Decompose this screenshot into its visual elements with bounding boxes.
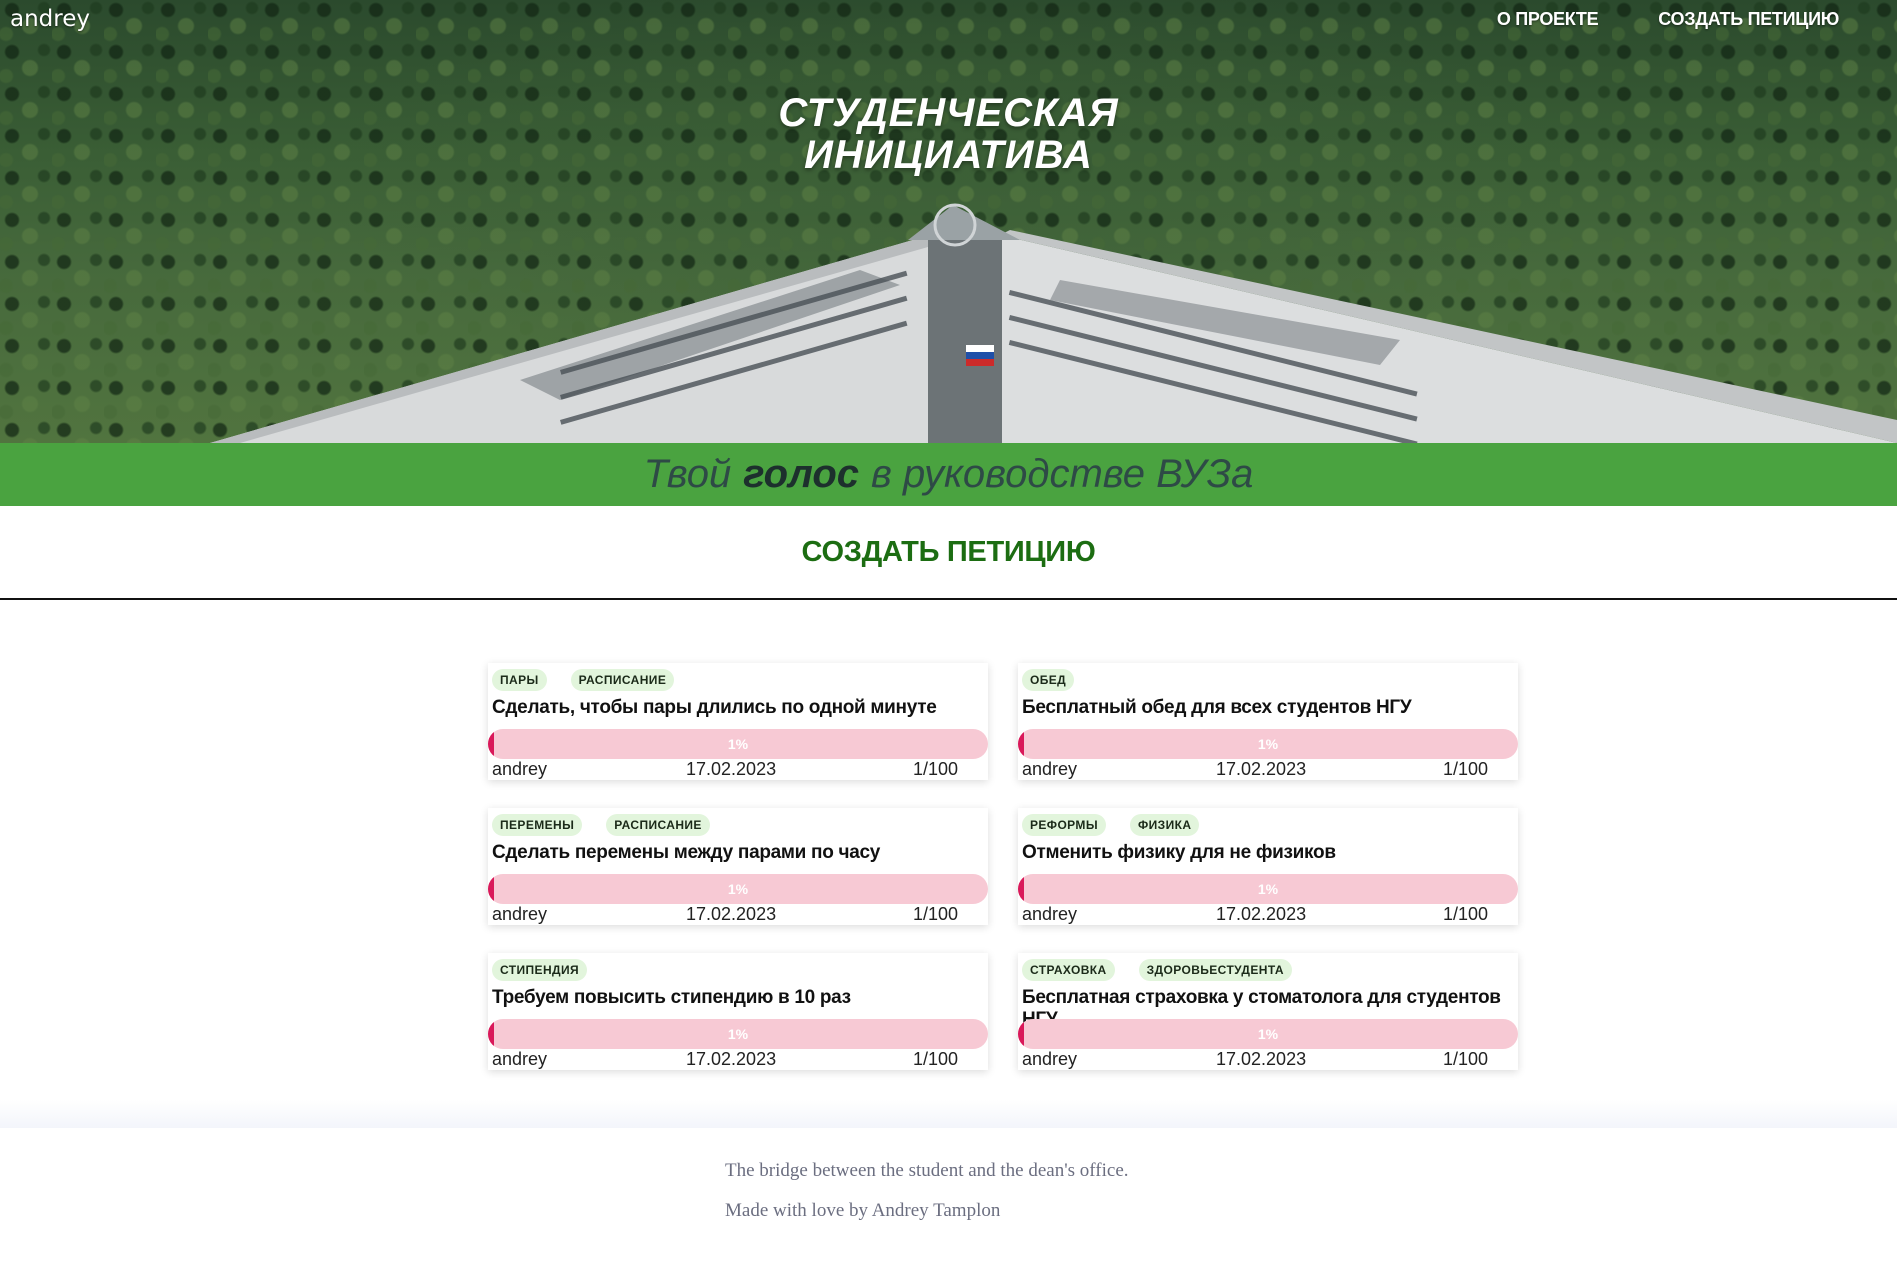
- petition-meta: andrey 17.02.2023 1/100: [1018, 1049, 1518, 1073]
- nav-create-petition-link[interactable]: СОЗДАТЬ ПЕТИЦИЮ: [1658, 9, 1839, 30]
- petition-tag[interactable]: РАСПИСАНИЕ: [606, 814, 710, 836]
- footer: The bridge between the student and the d…: [0, 1128, 1897, 1288]
- hero-title-line1: СТУДЕНЧЕСКАЯ: [778, 91, 1119, 135]
- petition-progress-bar: 1%: [488, 1019, 988, 1049]
- top-navigation-bar: andrey О ПРОЕКТЕ СОЗДАТЬ ПЕТИЦИЮ: [0, 0, 1897, 42]
- petition-meta: andrey 17.02.2023 1/100: [488, 1049, 988, 1073]
- petition-signature-count: 1/100: [1442, 1049, 1488, 1069]
- petition-signature-count: 1/100: [1442, 759, 1488, 779]
- petition-meta: andrey 17.02.2023 1/100: [488, 904, 988, 928]
- petition-card[interactable]: ОБЕД Бесплатный обед для всех студентов …: [1018, 663, 1518, 780]
- petition-tag[interactable]: РЕФОРМЫ: [1022, 814, 1106, 836]
- petition-author: andrey: [492, 1049, 548, 1069]
- petition-tags: ОБЕД: [1018, 669, 1518, 693]
- petition-title[interactable]: Требуем повысить стипендию в 10 раз: [488, 987, 988, 1015]
- petition-date: 17.02.2023: [686, 1049, 777, 1069]
- hero-title-line2: ИНИЦИАТИВА: [804, 133, 1093, 177]
- hero-title: СТУДЕНЧЕСКАЯ ИНИЦИАТИВА: [0, 92, 1897, 176]
- petition-author: andrey: [492, 759, 548, 779]
- university-building-illustration: [210, 203, 1897, 443]
- petition-card[interactable]: ПЕРЕМЕНЫ РАСПИСАНИЕ Сделать перемены межд…: [488, 808, 988, 925]
- petition-date: 17.02.2023: [686, 759, 777, 779]
- petition-tag[interactable]: СТИПЕНДИЯ: [492, 959, 588, 981]
- petition-date: 17.02.2023: [686, 904, 777, 924]
- petition-tag[interactable]: СТРАХОВКА: [1022, 959, 1115, 981]
- petition-title[interactable]: Бесплатная страховка у стоматолога для с…: [1018, 987, 1518, 1030]
- petition-date: 17.02.2023: [1216, 1049, 1307, 1069]
- petition-author: andrey: [1022, 759, 1078, 779]
- petition-signature-count: 1/100: [912, 1049, 958, 1069]
- slogan-bold: голос: [743, 452, 860, 496]
- petition-card[interactable]: РЕФОРМЫ ФИЗИКА Отменить физику для не физ…: [1018, 808, 1518, 925]
- footer-credits: Made with love by Andrey Tamplon: [725, 1200, 1001, 1221]
- petition-tag[interactable]: ФИЗИКА: [1129, 814, 1200, 836]
- petition-date: 17.02.2023: [1216, 904, 1307, 924]
- petition-signature-count: 1/100: [912, 759, 958, 779]
- petition-grid: ПАРЫ РАСПИСАНИЕ Сделать, чтобы пары длили…: [488, 663, 1518, 1070]
- slogan-before: Твой: [643, 452, 732, 496]
- petition-tag[interactable]: ПЕРЕМЕНЫ: [492, 814, 583, 836]
- petition-tag[interactable]: ПАРЫ: [492, 669, 547, 691]
- footer-tagline: The bridge between the student and the d…: [725, 1160, 1129, 1181]
- petition-tag[interactable]: ЗДОРОВЬЕСТУДЕНТА: [1138, 959, 1292, 981]
- petition-progress-bar: 1%: [1018, 1019, 1518, 1049]
- petition-progress-label: 1%: [727, 881, 749, 897]
- create-petition-button[interactable]: СОЗДАТЬ ПЕТИЦИЮ: [802, 536, 1096, 569]
- petition-progress-bar: 1%: [1018, 729, 1518, 759]
- petition-tag[interactable]: РАСПИСАНИЕ: [570, 669, 675, 691]
- petition-progress-bar: 1%: [488, 729, 988, 759]
- petition-author: andrey: [1022, 1049, 1078, 1069]
- hero-banner: andrey О ПРОЕКТЕ СОЗДАТЬ ПЕТИЦИЮ СТУДЕНЧ…: [0, 0, 1897, 443]
- petition-progress-bar: 1%: [1018, 874, 1518, 904]
- petition-title[interactable]: Бесплатный обед для всех студентов НГУ: [1018, 697, 1518, 725]
- cta-section: СОЗДАТЬ ПЕТИЦИЮ: [0, 506, 1897, 600]
- petition-progress-label: 1%: [727, 736, 749, 752]
- petition-title[interactable]: Сделать, чтобы пары длились по одной мин…: [488, 697, 988, 725]
- petition-card[interactable]: ПАРЫ РАСПИСАНИЕ Сделать, чтобы пары длили…: [488, 663, 988, 780]
- petition-card[interactable]: СТРАХОВКА ЗДОРОВЬЕСТУДЕНТА Бесплатная стр…: [1018, 953, 1518, 1070]
- petition-signature-count: 1/100: [912, 904, 958, 924]
- nav-about-link[interactable]: О ПРОЕКТЕ: [1497, 9, 1599, 30]
- petition-progress-label: 1%: [1257, 1026, 1279, 1042]
- footer-divider: [0, 1100, 1897, 1128]
- petition-title[interactable]: Отменить физику для не физиков: [1018, 842, 1518, 870]
- slogan-band: Твой голос в руководстве ВУЗа: [0, 443, 1897, 506]
- petition-card[interactable]: СТИПЕНДИЯ Требуем повысить стипендию в 1…: [488, 953, 988, 1070]
- petition-author: andrey: [492, 904, 548, 924]
- petition-tags: ПАРЫ РАСПИСАНИЕ: [488, 669, 988, 693]
- petition-progress-label: 1%: [727, 1026, 749, 1042]
- petition-meta: andrey 17.02.2023 1/100: [488, 759, 988, 783]
- petition-tag[interactable]: ОБЕД: [1022, 669, 1075, 691]
- user-profile-link[interactable]: andrey: [10, 6, 90, 32]
- petition-meta: andrey 17.02.2023 1/100: [1018, 904, 1518, 928]
- petition-signature-count: 1/100: [1442, 904, 1488, 924]
- petition-author: andrey: [1022, 904, 1078, 924]
- petition-progress-label: 1%: [1257, 881, 1279, 897]
- petition-title[interactable]: Сделать перемены между парами по часу: [488, 842, 988, 870]
- petition-tags: СТИПЕНДИЯ: [488, 959, 988, 983]
- petition-meta: andrey 17.02.2023 1/100: [1018, 759, 1518, 783]
- petition-progress-label: 1%: [1257, 736, 1279, 752]
- main-nav: О ПРОЕКТЕ СОЗДАТЬ ПЕТИЦИЮ: [1497, 9, 1839, 30]
- petition-tags: РЕФОРМЫ ФИЗИКА: [1018, 814, 1518, 838]
- petition-progress-bar: 1%: [488, 874, 988, 904]
- slogan-after: в руководстве ВУЗа: [871, 452, 1254, 496]
- petition-tags: СТРАХОВКА ЗДОРОВЬЕСТУДЕНТА: [1018, 959, 1518, 983]
- petition-tags: ПЕРЕМЕНЫ РАСПИСАНИЕ: [488, 814, 988, 838]
- petition-date: 17.02.2023: [1216, 759, 1307, 779]
